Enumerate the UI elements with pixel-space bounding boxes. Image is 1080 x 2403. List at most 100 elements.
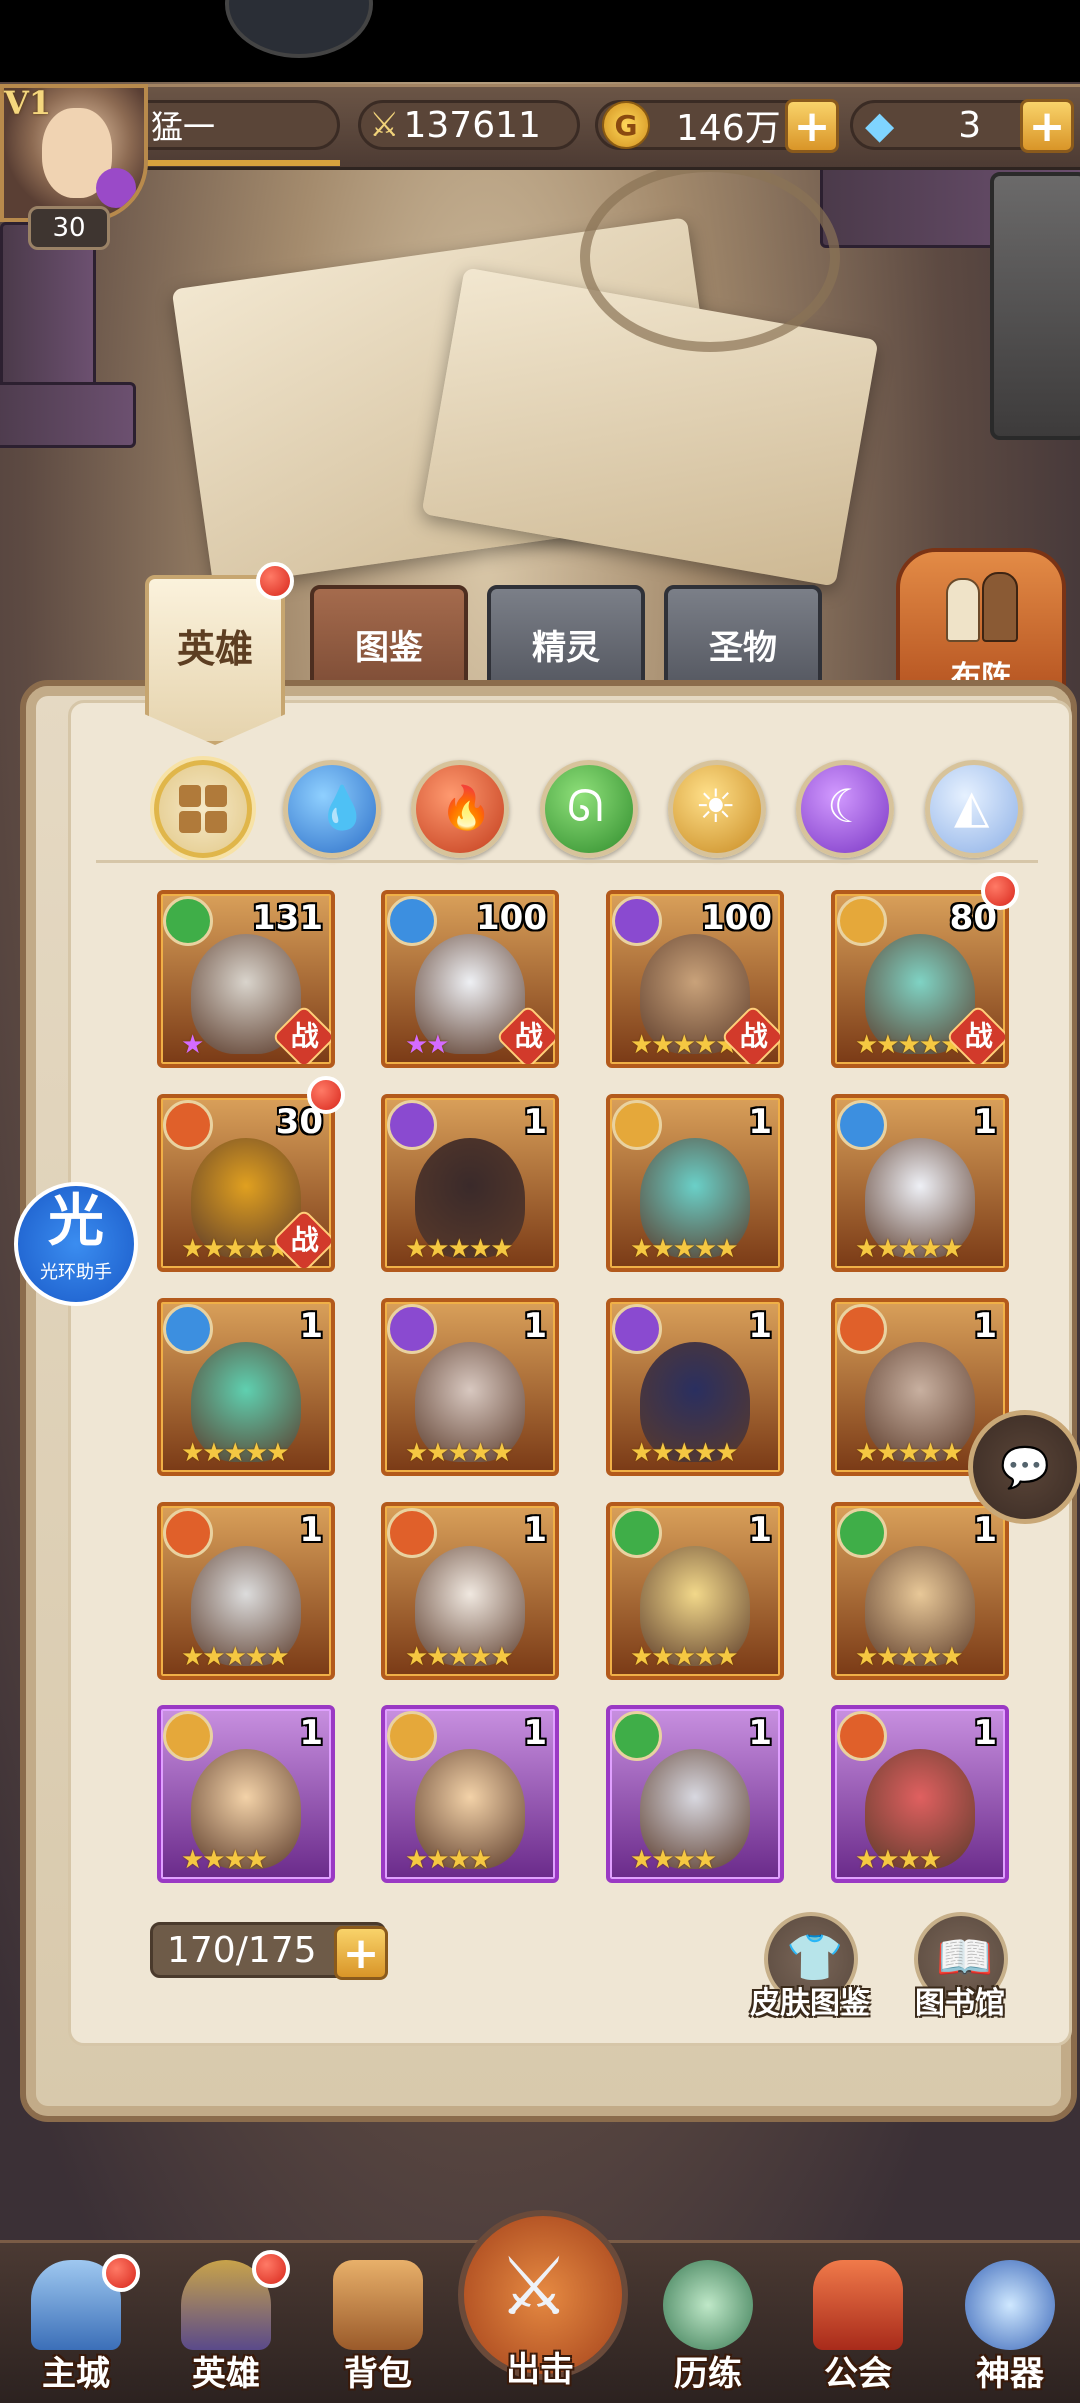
star-rating-icon: ★★★★ (181, 1845, 268, 1875)
filter-dark-button[interactable]: ☾ (796, 760, 894, 858)
star-rating-icon: ★★★★★ (630, 1030, 739, 1060)
star-rating-icon: ★★★★★ (630, 1642, 739, 1672)
hero-level: 100 (701, 898, 772, 938)
player-name-pill[interactable]: 猛一 (120, 100, 340, 150)
shirt-icon: 👕 (786, 1930, 844, 1984)
tab-label: 圣物 (709, 627, 777, 668)
library-label: 图书馆 (915, 1986, 1005, 2021)
hero-card[interactable]: 1 ★★★★★ (606, 1094, 784, 1272)
hero-card[interactable]: 30 ★★★★★ 战 (157, 1094, 335, 1272)
filter-wind-button[interactable]: ᘏ (540, 760, 638, 858)
nav-main-city[interactable]: 主城 (16, 2250, 140, 2400)
star-rating-icon: ★★★★★ (181, 1642, 290, 1672)
hero-card[interactable]: 1 ★★★★ (381, 1705, 559, 1883)
dark-icon (387, 1100, 437, 1150)
chat-button[interactable]: 💬 (968, 1410, 1080, 1524)
helper-button[interactable]: 光 光环助手 (14, 1182, 138, 1306)
hero-card[interactable]: 1 ★★★★★ (381, 1298, 559, 1476)
battle-label: 战 (514, 1019, 543, 1053)
hero-card[interactable]: 1 ★★★★★ (157, 1502, 335, 1680)
crossed-swords-icon: ⚔ (369, 105, 400, 145)
filter-mystic-button[interactable]: ◭ (925, 760, 1023, 858)
nav-artifact[interactable]: 神器 (950, 2250, 1070, 2400)
nav-heroes[interactable]: 英雄 (166, 2250, 290, 2400)
tab-heroes[interactable]: 英雄 (145, 575, 285, 745)
add-gold-button[interactable]: + (785, 99, 839, 153)
nav-label: 背包 (344, 2354, 412, 2394)
star-rating-icon: ★★★★ (630, 1845, 717, 1875)
nav-label: 英雄 (192, 2354, 260, 2394)
hero-card[interactable]: 1 ★★★★ (157, 1705, 335, 1883)
chat-bubble-icon: 💬 (1000, 1444, 1050, 1491)
dark-icon (612, 896, 662, 946)
star-rating-icon: ★★★★★ (405, 1642, 514, 1672)
nav-bag[interactable]: 背包 (318, 2250, 438, 2400)
filter-all-button[interactable] (154, 760, 252, 858)
hero-level: 1 (748, 1713, 772, 1753)
filter-light-button[interactable]: ☀ (668, 760, 766, 858)
hero-card[interactable]: 100 ★★ 战 (381, 890, 559, 1068)
hero-level: 1 (973, 1510, 997, 1550)
hero-card[interactable]: 1 ★★★★ (606, 1705, 784, 1883)
magic-orb-icon (965, 2260, 1055, 2350)
dark-icon (612, 1304, 662, 1354)
tab-label: 图鉴 (355, 627, 423, 668)
star-rating-icon: ★★★★★ (855, 1642, 964, 1672)
star-rating-icon: ★★★★★ (630, 1438, 739, 1468)
hero-count-value: 170/175 (167, 1929, 317, 1971)
nav-label: 历练 (674, 2354, 742, 2394)
star-rating-icon: ★★★★★ (181, 1438, 290, 1468)
battle-label: 战 (290, 1223, 319, 1257)
hero-level: 1 (973, 1306, 997, 1346)
hero-card[interactable]: 100 ★★★★★ 战 (606, 890, 784, 1068)
hero-card[interactable]: 1 ★★★★★ (381, 1094, 559, 1272)
notification-dot (102, 2254, 140, 2292)
player-name: 猛一 (151, 108, 216, 146)
pet-icon (96, 168, 136, 208)
light-icon (612, 1100, 662, 1150)
light-icon (837, 896, 887, 946)
hero-level: 1 (973, 1713, 997, 1753)
hero-level: 1 (748, 1306, 772, 1346)
hero-card[interactable]: 80 ★★★★★ 战 (831, 890, 1009, 1068)
tab-label: 英雄 (176, 626, 253, 671)
chess-pieces-icon (938, 572, 1024, 642)
fire-icon (387, 1508, 437, 1558)
star-rating-icon: ★★★★ (855, 1845, 942, 1875)
nav-guild[interactable]: 公会 (798, 2250, 918, 2400)
helper-glyph: 光 (48, 1189, 104, 1254)
hero-level: 1 (973, 1102, 997, 1142)
hero-level: 1 (748, 1102, 772, 1142)
book-icon: 📖 (936, 1930, 994, 1984)
expand-capacity-button[interactable]: + (334, 1926, 388, 1980)
light-icon (163, 1711, 213, 1761)
water-icon: 💧 (316, 783, 369, 832)
star-rating-icon: ★★★★★ (855, 1438, 964, 1468)
hero-card[interactable]: 1 ★★★★ (831, 1705, 1009, 1883)
hero-level: 1 (748, 1510, 772, 1550)
water-icon (837, 1100, 887, 1150)
power-value: 137611 (403, 104, 541, 146)
diamond-icon: ◆ (865, 103, 895, 147)
nav-attack[interactable]: ⚔ 出击 (458, 2210, 628, 2400)
hero-card[interactable]: 1 ★★★★★ (606, 1502, 784, 1680)
power-pill: ⚔ 137611 (358, 100, 580, 150)
hero-card[interactable]: 1 ★★★★★ (381, 1502, 559, 1680)
hero-card[interactable]: 1 ★★★★★ (606, 1298, 784, 1476)
gold-value: 146万 (676, 108, 781, 149)
water-icon (163, 1304, 213, 1354)
divider (96, 860, 1038, 863)
filter-water-button[interactable]: 💧 (283, 760, 381, 858)
filter-fire-button[interactable]: 🔥 (411, 760, 509, 858)
fire-icon (837, 1711, 887, 1761)
fire-icon: 🔥 (440, 783, 493, 832)
hero-card[interactable]: 1 ★★★★★ (157, 1298, 335, 1476)
hero-card[interactable]: 1 ★★★★★ (831, 1502, 1009, 1680)
hero-card[interactable]: 1 ★★★★★ (831, 1094, 1009, 1272)
nav-training[interactable]: 历练 (648, 2250, 768, 2400)
add-diamond-button[interactable]: + (1020, 99, 1074, 153)
star-rating-icon: ★★★★★ (405, 1234, 514, 1264)
battle-label: 战 (739, 1019, 768, 1053)
wind-icon (837, 1508, 887, 1558)
hero-card[interactable]: 131 ★ 战 (157, 890, 335, 1068)
